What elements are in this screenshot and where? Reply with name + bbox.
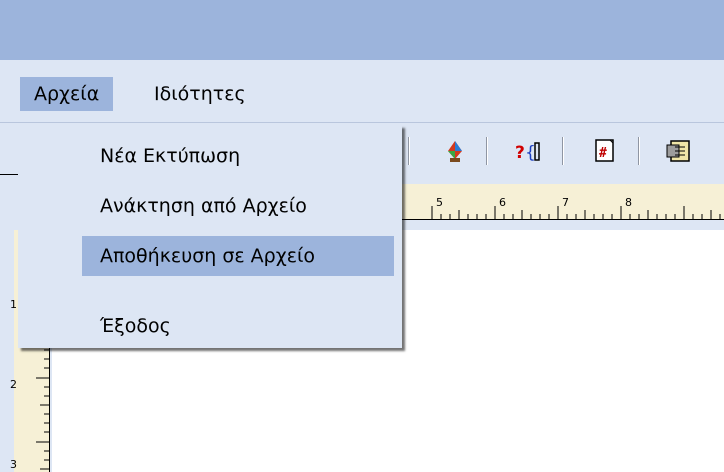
title-bar — [0, 0, 724, 60]
ruler-number: 8 — [625, 196, 632, 209]
ruler-number: 1 — [10, 298, 17, 311]
ruler-number: 7 — [562, 196, 569, 209]
hash-page-icon[interactable]: # — [590, 135, 620, 167]
toolbar-separator — [408, 137, 410, 165]
help-cursor-icon[interactable]: ? { — [514, 135, 544, 167]
svg-text:?: ? — [515, 143, 525, 163]
menu-bar: Αρχεία Ιδιότητες — [0, 60, 724, 122]
ruler-number: 3 — [10, 458, 17, 471]
ruler-number: 2 — [10, 378, 17, 391]
paint-bucket-icon[interactable] — [440, 135, 470, 167]
toolbar-separator — [486, 137, 488, 165]
menu-item-save-to-file[interactable]: Αποθήκευση σε Αρχείο — [82, 236, 394, 276]
ruler-number: 6 — [499, 196, 506, 209]
toolbar-separator — [562, 137, 564, 165]
ruler-number: 5 — [436, 196, 443, 209]
menu-item-exit[interactable]: Έξοδος — [82, 306, 394, 346]
menu-properties[interactable]: Ιδιότητες — [140, 77, 260, 111]
properties-icon[interactable] — [664, 135, 694, 167]
menu-item-load-from-file[interactable]: Ανάκτηση από Αρχείο — [82, 186, 394, 226]
toolbar-separator — [638, 137, 640, 165]
files-dropdown-menu: Νέα Εκτύπωση Ανάκτηση από Αρχείο Αποθήκε… — [18, 125, 402, 348]
menu-item-new-print[interactable]: Νέα Εκτύπωση — [82, 136, 394, 176]
svg-text:#: # — [599, 146, 607, 161]
menu-files[interactable]: Αρχεία — [20, 77, 114, 111]
svg-text:{: { — [525, 143, 536, 163]
